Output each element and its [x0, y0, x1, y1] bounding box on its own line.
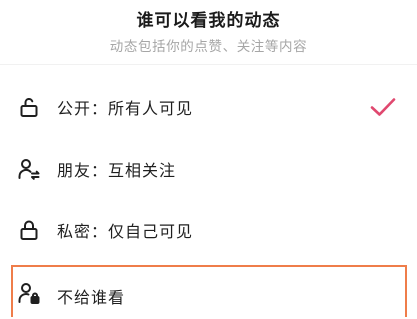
visibility-sheet: 谁可以看我的动态 动态包括你的点赞、关注等内容 公开：所有人可见 朋友：互相关注… [0, 0, 417, 319]
option-friends[interactable]: 朋友：互相关注 [0, 139, 417, 201]
sheet-header: 谁可以看我的动态 动态包括你的点赞、关注等内容 [0, 0, 417, 64]
option-private[interactable]: 私密：仅自己可见 [0, 200, 417, 262]
sheet-subtitle: 动态包括你的点赞、关注等内容 [109, 39, 308, 55]
option-public-label: 公开：所有人可见 [57, 99, 194, 118]
highlight-annotation-box [11, 265, 407, 317]
option-public[interactable]: 公开：所有人可见 [0, 77, 417, 139]
unlock-icon [17, 95, 41, 119]
mutual-follow-icon [17, 157, 41, 181]
checkmark-icon [369, 95, 397, 119]
header-divider [0, 64, 417, 65]
lock-icon [17, 218, 41, 242]
sheet-title: 谁可以看我的动态 [136, 11, 281, 31]
option-friends-label: 朋友：互相关注 [57, 161, 177, 180]
option-private-label: 私密：仅自己可见 [57, 222, 194, 241]
